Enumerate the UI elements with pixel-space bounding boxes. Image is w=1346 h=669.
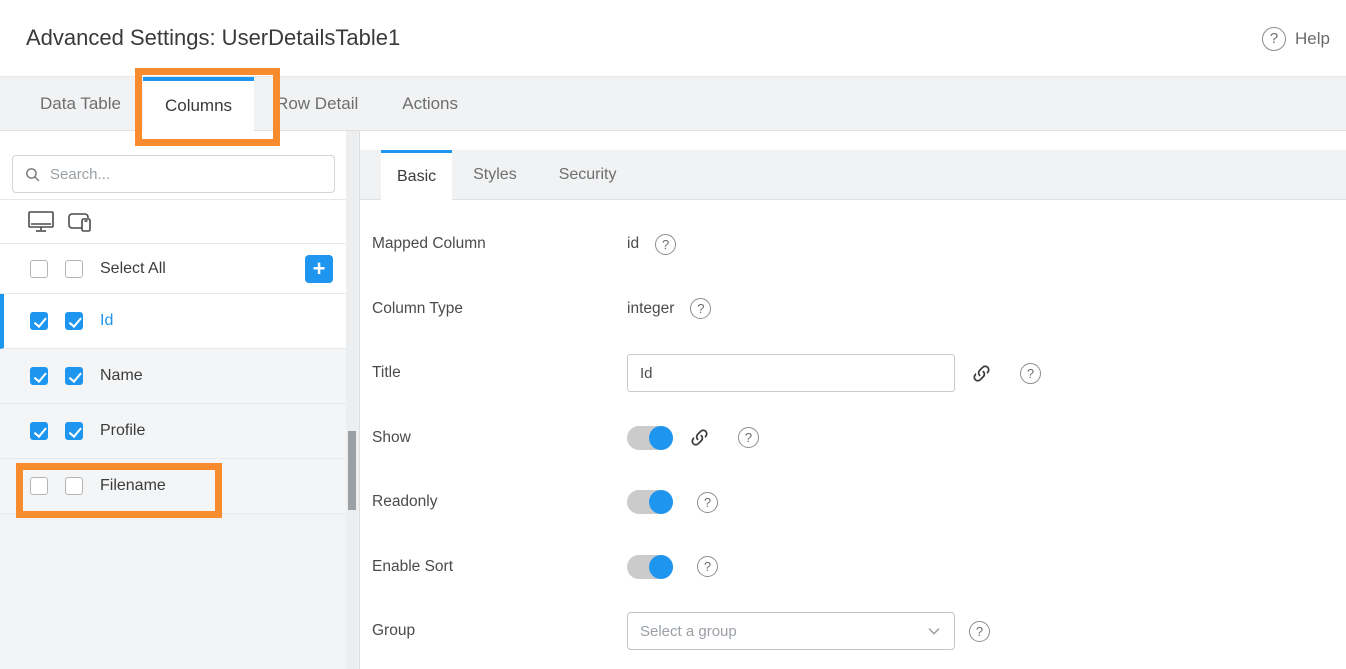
advanced-settings-dialog: Advanced Settings: UserDetailsTable1 ? H… [0, 0, 1346, 669]
search-icon [24, 166, 41, 183]
chevron-down-icon [926, 623, 942, 639]
tab-data-table[interactable]: Data Table [18, 77, 143, 130]
tab-columns[interactable]: Columns [143, 77, 254, 131]
plus-icon: + [313, 258, 326, 280]
link-icon[interactable] [689, 427, 710, 448]
title-input[interactable] [627, 354, 955, 392]
mapped-column-help-icon[interactable]: ? [655, 234, 676, 255]
readonly-label: Readonly [372, 493, 627, 511]
select-all-desktop-checkbox[interactable] [30, 260, 48, 278]
desktop-checkbox[interactable] [30, 422, 48, 440]
show-label: Show [372, 429, 627, 447]
desktop-checkbox[interactable] [30, 477, 48, 495]
select-all-label: Select All [100, 260, 166, 278]
column-label: Name [100, 367, 143, 385]
column-row-id[interactable]: Id [0, 294, 347, 349]
desktop-icon [27, 209, 55, 234]
group-help-icon[interactable]: ? [969, 621, 990, 642]
title-label: Title [372, 364, 627, 382]
tab-row-detail[interactable]: Row Detail [254, 77, 380, 130]
column-type-row: Column Type integer ? [372, 277, 1346, 342]
basic-settings-form: Mapped Column id ? Column Type integer ?… [372, 200, 1346, 664]
tab-actions[interactable]: Actions [380, 77, 480, 130]
main-tabbar: Data Table Columns Row Detail Actions [0, 77, 1346, 131]
readonly-row: Readonly ? [372, 470, 1346, 535]
mobile-checkbox[interactable] [65, 422, 83, 440]
show-row: Show ? [372, 406, 1346, 471]
group-label: Group [372, 622, 627, 640]
sidebar-scrollbar-track [346, 131, 358, 669]
enable-sort-toggle[interactable] [627, 555, 673, 579]
search-input[interactable] [50, 166, 334, 183]
link-icon[interactable] [971, 363, 992, 384]
mapped-column-label: Mapped Column [372, 235, 627, 253]
column-type-help-icon[interactable]: ? [690, 298, 711, 319]
mapped-column-row: Mapped Column id ? [372, 212, 1346, 277]
mobile-checkbox[interactable] [65, 312, 83, 330]
column-type-label: Column Type [372, 300, 627, 318]
column-row-name[interactable]: Name [0, 349, 347, 404]
desktop-checkbox[interactable] [30, 367, 48, 385]
title-help-icon[interactable]: ? [1020, 363, 1041, 384]
group-select-placeholder: Select a group [640, 623, 926, 640]
device-columns-header [0, 200, 347, 244]
select-all-row: Select All + [0, 244, 347, 294]
column-row-profile[interactable]: Profile [0, 404, 347, 459]
show-toggle[interactable] [627, 426, 673, 450]
search-box [12, 155, 335, 193]
enable-sort-help-icon[interactable]: ? [697, 556, 718, 577]
columns-sidebar: Select All + Id Name Profile Filename [0, 131, 360, 669]
column-settings-panel: Basic Styles Security Mapped Column id ?… [360, 131, 1346, 669]
tab-styles[interactable]: Styles [452, 150, 538, 199]
search-block [0, 131, 347, 200]
enable-sort-row: Enable Sort ? [372, 535, 1346, 600]
sub-tabbar: Basic Styles Security [360, 150, 1346, 200]
readonly-toggle[interactable] [627, 490, 673, 514]
tab-security[interactable]: Security [538, 150, 638, 199]
group-select[interactable]: Select a group [627, 612, 955, 650]
devices-icon [66, 209, 94, 234]
group-row: Group Select a group ? [372, 599, 1346, 664]
add-column-button[interactable]: + [305, 255, 333, 283]
show-help-icon[interactable]: ? [738, 427, 759, 448]
help-button[interactable]: ? Help [1262, 0, 1330, 77]
column-type-value: integer [627, 300, 674, 318]
help-icon: ? [1262, 27, 1286, 51]
mobile-checkbox[interactable] [65, 367, 83, 385]
readonly-help-icon[interactable]: ? [697, 492, 718, 513]
dialog-header: Advanced Settings: UserDetailsTable1 ? H… [0, 0, 1346, 77]
column-row-filename[interactable]: Filename [0, 459, 347, 514]
mapped-column-value: id [627, 235, 639, 253]
enable-sort-label: Enable Sort [372, 558, 627, 576]
title-row: Title ? [372, 341, 1346, 406]
help-label: Help [1295, 29, 1330, 49]
sidebar-scrollbar-thumb[interactable] [348, 431, 356, 510]
column-label: Filename [100, 477, 166, 495]
page-title: Advanced Settings: UserDetailsTable1 [26, 25, 400, 51]
mobile-checkbox[interactable] [65, 477, 83, 495]
desktop-checkbox[interactable] [30, 312, 48, 330]
column-label: Profile [100, 422, 145, 440]
tab-basic[interactable]: Basic [381, 150, 452, 200]
select-all-mobile-checkbox[interactable] [65, 260, 83, 278]
column-label: Id [100, 312, 113, 330]
